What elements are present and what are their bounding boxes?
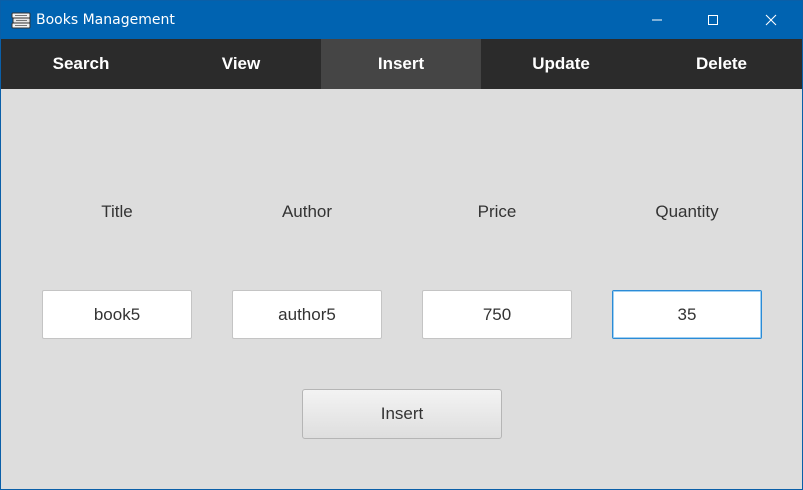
title-input[interactable] [42, 290, 192, 339]
tab-search[interactable]: Search [1, 39, 161, 89]
tab-insert[interactable]: Insert [321, 39, 481, 89]
insert-button[interactable]: Insert [302, 389, 502, 439]
minimize-icon [652, 19, 662, 21]
maximize-button[interactable] [690, 1, 736, 39]
close-icon [765, 14, 777, 26]
maximize-icon [708, 15, 718, 25]
books-stack-icon [10, 10, 32, 30]
tab-view[interactable]: View [161, 39, 321, 89]
minimize-button[interactable] [634, 1, 680, 39]
app-window: Books Management Search View Insert Upda… [0, 0, 803, 490]
price-label: Price [477, 202, 517, 221]
tab-delete[interactable]: Delete [641, 39, 802, 89]
window-title: Books Management [36, 12, 175, 28]
tab-bar: Search View Insert Update Delete [1, 39, 802, 89]
tab-update[interactable]: Update [481, 39, 641, 89]
quantity-label: Quantity [655, 202, 719, 221]
close-button[interactable] [748, 1, 794, 39]
author-label: Author [281, 202, 333, 221]
title-bar[interactable]: Books Management [1, 1, 802, 39]
author-input[interactable] [232, 290, 382, 339]
title-label: Title [101, 202, 133, 221]
price-input[interactable] [422, 290, 572, 339]
quantity-input[interactable] [612, 290, 762, 339]
